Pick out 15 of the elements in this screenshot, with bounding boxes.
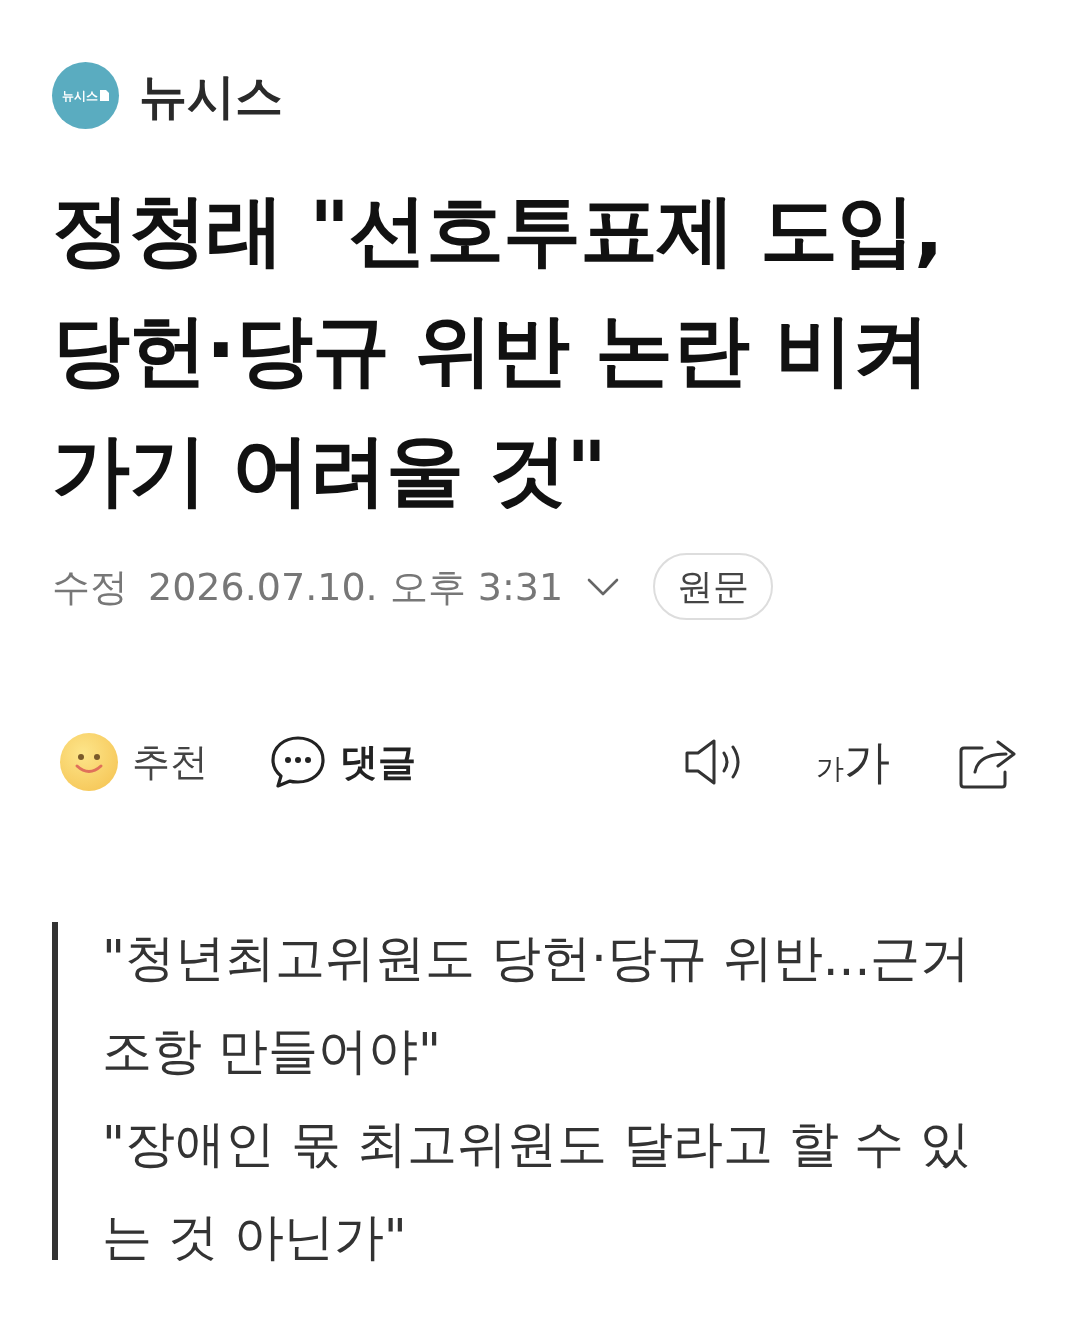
summary-quote: "장애인 몫 최고위원도 달라고 할 수 있는 것 아닌가" bbox=[102, 1114, 972, 1268]
smiley-icon bbox=[60, 733, 118, 791]
chevron-icon[interactable] bbox=[587, 577, 620, 596]
page-icon bbox=[100, 90, 109, 101]
datetime: 2026.07.10. 오후 3:31 bbox=[148, 567, 564, 606]
logo-text: 뉴시스 bbox=[62, 89, 98, 102]
summary-quote: "청년최고위원도 당헌·당규 위반...근거 조항 만들어야" bbox=[102, 928, 972, 1082]
original-article-button[interactable]: 원문 bbox=[653, 553, 774, 620]
edited-label: 수정 bbox=[52, 567, 128, 606]
font-size-button[interactable]: 가가 bbox=[816, 739, 890, 785]
recommend-button[interactable]: 추천 bbox=[60, 733, 208, 791]
brand-name: 뉴시스 bbox=[139, 71, 283, 120]
comment-icon bbox=[270, 735, 326, 789]
comment-button[interactable]: 댓글 bbox=[270, 735, 416, 789]
headline: 정청래 "선호투표제 도입, 당헌·당규 위반 논란 비켜가기 어려울 것" bbox=[52, 184, 944, 517]
